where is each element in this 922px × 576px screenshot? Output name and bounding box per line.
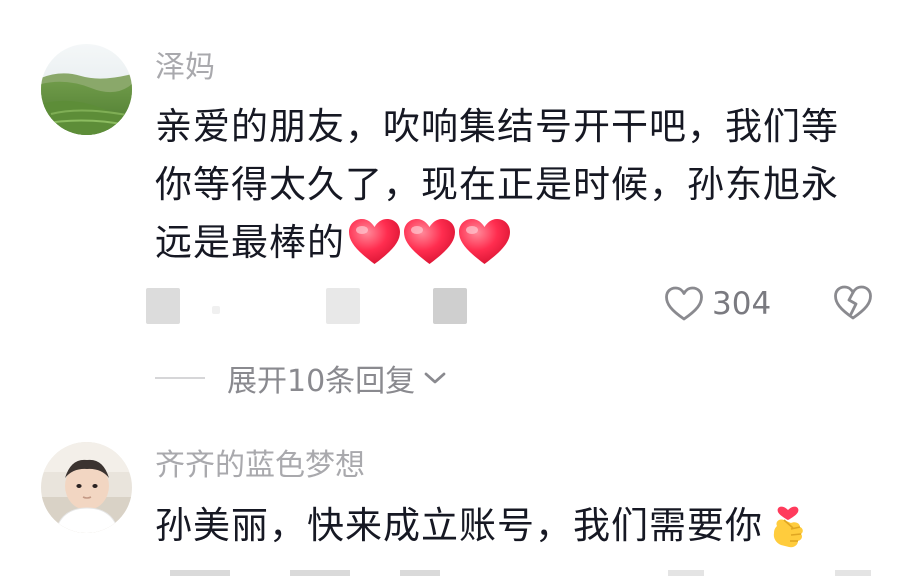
dislike-button[interactable]	[833, 284, 873, 326]
comment-text-segment: 孙美丽，快来成立账号，我们需要你	[155, 504, 763, 547]
comment-list: 泽妈 亲爱的朋友，吹响集结号开干吧，我们等 你等得太久了，现在正是时候，孙东旭永…	[0, 0, 922, 576]
chevron-down-icon	[424, 372, 446, 384]
blurred-timestamp	[146, 288, 180, 324]
avatar-landscape-image	[41, 44, 132, 135]
expand-replies-label: 展开10条回复	[227, 364, 416, 399]
like-button-cutoff[interactable]	[668, 570, 704, 576]
avatar-baby-image	[41, 442, 132, 533]
comment-text: 亲爱的朋友，吹响集结号开干吧，我们等 你等得太久了，现在正是时候，孙东旭永 远是…	[155, 98, 855, 272]
broken-heart-icon	[834, 285, 872, 320]
blurred-reply-button[interactable]	[433, 288, 467, 324]
comment-item: 齐齐的蓝色梦想 孙美丽，快来成立账号，我们需要你	[0, 430, 922, 576]
blurred-separator	[212, 306, 220, 314]
comment-item: 泽妈 亲爱的朋友，吹响集结号开干吧，我们等 你等得太久了，现在正是时候，孙东旭永…	[0, 0, 922, 420]
avatar[interactable]	[41, 442, 132, 533]
blurred-block	[170, 570, 230, 576]
comment-text-line: 你等得太久了，现在正是时候，孙东旭永	[155, 163, 839, 206]
comment-meta-row: 304	[0, 282, 922, 332]
hearts-emoji-group	[347, 217, 512, 267]
divider	[155, 377, 205, 379]
finger-heart-icon	[767, 496, 809, 569]
heart-outline-icon	[665, 286, 703, 321]
expand-replies-button[interactable]: 展开10条回复	[155, 356, 447, 400]
like-count: 304	[712, 286, 772, 322]
comment-text-line: 远是最棒的	[155, 214, 855, 272]
username[interactable]: 齐齐的蓝色梦想	[155, 446, 365, 486]
heart-icon	[349, 219, 400, 264]
comment-text-segment: 远是最棒的	[155, 221, 345, 264]
username[interactable]: 泽妈	[155, 48, 215, 88]
comment-text: 孙美丽，快来成立账号，我们需要你	[155, 496, 855, 569]
heart-icon	[459, 219, 510, 264]
avatar[interactable]	[41, 44, 132, 135]
dislike-button-cutoff[interactable]	[835, 570, 871, 576]
blurred-block	[400, 570, 440, 576]
heart-icon	[404, 219, 455, 264]
comment-text-line: 孙美丽，快来成立账号，我们需要你	[155, 496, 855, 569]
comment-meta-row-cutoff	[0, 562, 922, 576]
comment-text-line: 亲爱的朋友，吹响集结号开干吧，我们等	[155, 105, 839, 148]
blurred-location	[326, 288, 360, 324]
like-button[interactable]: 304	[664, 284, 771, 324]
blurred-block	[290, 570, 350, 576]
